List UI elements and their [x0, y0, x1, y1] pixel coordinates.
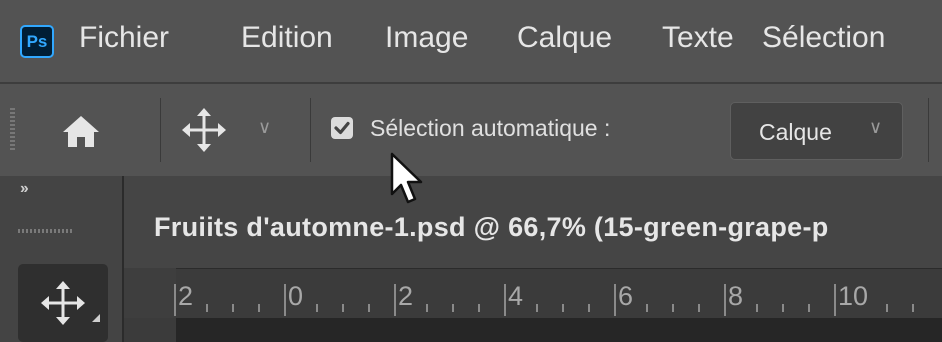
ruler-tick [426, 304, 428, 312]
document-tab-title[interactable]: Fruiits d'automne-1.psd @ 66,7% (15-gree… [154, 212, 829, 243]
ruler-label: 6 [618, 281, 634, 311]
options-divider [928, 98, 929, 162]
ruler-tick [206, 304, 208, 312]
move-tool-icon [41, 281, 85, 325]
ruler-label: 2 [398, 281, 414, 311]
ruler-major-tick [284, 284, 286, 316]
menu-fichier[interactable]: Fichier [79, 21, 169, 55]
move-tool-button[interactable] [18, 264, 108, 342]
ruler-major-tick [174, 284, 176, 316]
ruler-tick [478, 304, 480, 312]
photoshop-logo[interactable]: Ps [20, 25, 54, 58]
ruler-tick [452, 304, 454, 312]
ruler-label: 4 [508, 281, 524, 311]
collapse-panel-icon[interactable]: ›› [20, 180, 29, 198]
ruler-major-tick [394, 284, 396, 316]
ruler-tick [258, 304, 260, 312]
ruler-tick [698, 304, 700, 312]
ruler-tick [782, 304, 784, 312]
mouse-pointer-icon [390, 152, 423, 204]
auto-select-target-dropdown[interactable]: Calque ∨ [730, 102, 903, 160]
menu-image[interactable]: Image [385, 21, 468, 55]
document-canvas[interactable] [176, 318, 942, 342]
menu-edition[interactable]: Edition [241, 21, 333, 55]
options-divider [160, 98, 161, 162]
ruler-tick [342, 304, 344, 312]
vertical-ruler[interactable] [124, 318, 176, 342]
dropdown-value: Calque [759, 119, 832, 145]
ruler-label: 2 [178, 281, 194, 311]
menu-texte[interactable]: Texte [662, 21, 734, 55]
options-divider [310, 98, 311, 162]
ruler-tick [756, 304, 758, 312]
ruler-tick [368, 304, 370, 312]
tool-preset-chevron-down-icon[interactable]: ∨ [258, 117, 271, 138]
move-tool-icon[interactable] [180, 106, 228, 154]
chevron-down-icon: ∨ [869, 117, 883, 137]
ruler-tick [912, 304, 914, 312]
home-icon[interactable] [60, 112, 102, 150]
ruler-tick [588, 304, 590, 312]
tool-group-corner-icon [92, 314, 100, 322]
ruler-major-tick [724, 284, 726, 316]
ruler-tick [316, 304, 318, 312]
ruler-tick [232, 304, 234, 312]
auto-select-label: Sélection automatique : [370, 115, 611, 141]
ruler-tick [562, 304, 564, 312]
ruler-label: 0 [288, 281, 304, 311]
auto-select-checkbox[interactable] [331, 117, 353, 139]
ruler-major-tick [614, 284, 616, 316]
ruler-label: 8 [728, 281, 744, 311]
ruler-tick [886, 304, 888, 312]
ruler-tick [536, 304, 538, 312]
panel-grip[interactable] [18, 229, 74, 233]
ruler-major-tick [504, 284, 506, 316]
checkmark-icon [334, 121, 350, 135]
ruler-major-tick [834, 284, 836, 316]
ruler-tick [808, 304, 810, 312]
horizontal-ruler[interactable] [124, 268, 942, 318]
options-bar-grip[interactable] [10, 108, 15, 150]
menu-selection[interactable]: Sélection [762, 21, 885, 55]
ruler-tick [646, 304, 648, 312]
ruler-label: 10 [838, 281, 869, 311]
ruler-tick [672, 304, 674, 312]
menu-calque[interactable]: Calque [517, 21, 612, 55]
